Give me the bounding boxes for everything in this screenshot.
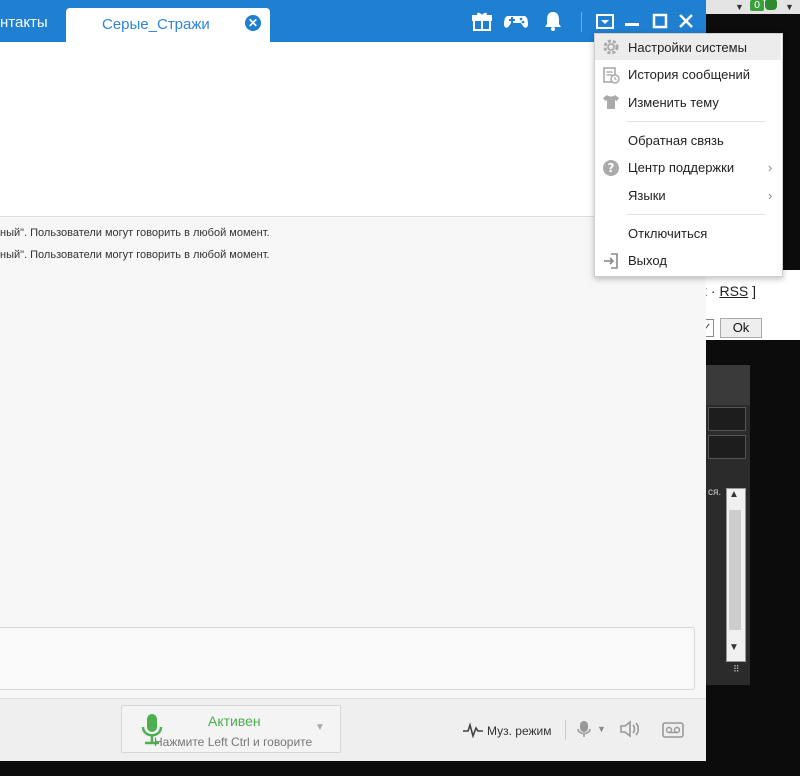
exit-icon [602, 252, 620, 270]
gift-icon[interactable] [470, 10, 494, 32]
bar-separator [565, 720, 566, 740]
chevron-down-icon[interactable]: ▼ [735, 2, 744, 12]
menu-item-exit[interactable]: Выход [628, 253, 667, 268]
menu-item-system-settings[interactable]: Настройки системы [628, 40, 747, 55]
scroll-down-icon[interactable]: ▼ [729, 642, 739, 653]
chevron-down-icon[interactable]: ▼ [597, 724, 606, 734]
close-tab-icon[interactable]: ✕ [245, 15, 261, 31]
scrollbar-thumb[interactable] [729, 510, 741, 630]
speaker-icon[interactable] [619, 720, 641, 738]
user-icon[interactable] [765, 0, 777, 10]
voice-hint: Нажмите Left Ctrl и говорите [154, 735, 313, 749]
rss-link[interactable]: RSS [719, 283, 748, 299]
message-input[interactable] [0, 627, 695, 690]
menu-separator [626, 214, 766, 215]
side-panel-header [706, 365, 750, 405]
close-icon[interactable] [674, 10, 698, 32]
music-mode-button[interactable]: Муз. режим [487, 724, 552, 738]
recorder-icon[interactable] [662, 722, 684, 738]
help-icon: ? [602, 159, 620, 177]
resize-grip-icon[interactable]: ⠿ [733, 664, 740, 675]
pulse-icon[interactable] [463, 722, 483, 739]
minimize-icon[interactable] [620, 10, 644, 32]
chat-message: ный". Пользователи могут говорить в любо… [0, 249, 270, 261]
menu-separator [626, 121, 766, 122]
notification-badge: 0 [750, 0, 764, 11]
menu-item-disconnect[interactable]: Отключиться [628, 226, 707, 241]
maximize-icon[interactable] [648, 10, 672, 32]
scroll-up-icon[interactable]: ▲ [729, 489, 739, 500]
toolbar-separator [581, 12, 582, 32]
chevron-right-icon: › [768, 188, 773, 203]
chevron-down-icon[interactable]: ▼ [315, 722, 325, 733]
rss-suffix: ] [752, 283, 757, 299]
rss-links: k · RSS ] [700, 283, 756, 299]
menu-item-feedback[interactable]: Обратная связь [628, 133, 724, 148]
bell-icon[interactable] [541, 10, 565, 32]
gear-icon [602, 38, 620, 56]
tab-channel-label: Серые_Стражи [102, 16, 210, 33]
microphone-settings-icon[interactable] [576, 720, 592, 742]
side-panel-input[interactable] [708, 435, 746, 459]
gamepad-icon[interactable] [503, 10, 528, 32]
chevron-right-icon: › [768, 160, 773, 175]
voice-status: Активен [208, 713, 261, 729]
menu-item-languages[interactable]: Языки [628, 188, 666, 203]
history-icon [602, 66, 620, 84]
svg-text:?: ? [608, 161, 615, 175]
ok-button[interactable]: Ok [720, 318, 762, 338]
channel-info-area [0, 42, 694, 217]
menu-dropdown-icon[interactable] [593, 10, 617, 32]
shirt-icon [602, 93, 620, 111]
chat-log [0, 217, 706, 627]
tab-contacts[interactable]: нтакты [0, 14, 48, 31]
side-panel-text: ся. [708, 487, 722, 498]
chevron-down-icon[interactable]: ▼ [785, 2, 794, 12]
side-panel-input[interactable] [708, 407, 746, 431]
menu-item-message-history[interactable]: История сообщений [628, 67, 750, 82]
menu-item-change-theme[interactable]: Изменить тему [628, 95, 719, 110]
menu-item-support-center[interactable]: Центр поддержки [628, 160, 734, 175]
chat-message: ный". Пользователи могут говорить в любо… [0, 227, 270, 239]
